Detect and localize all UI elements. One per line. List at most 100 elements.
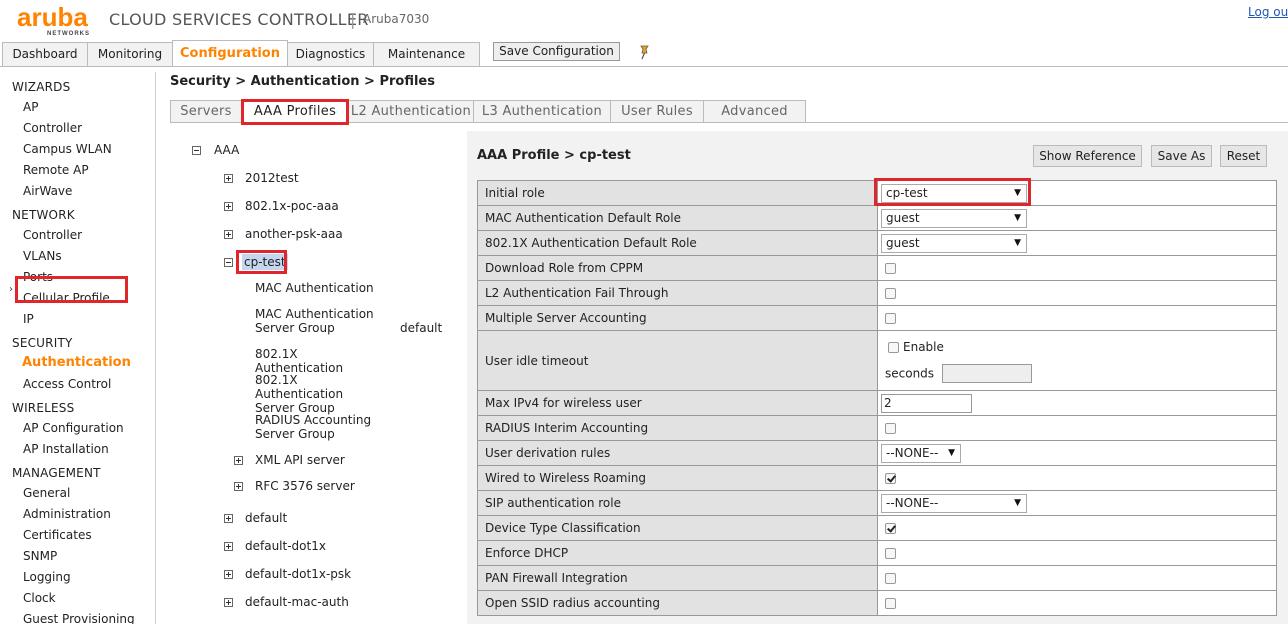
sidebar-item-certificates[interactable]: Certificates [23, 528, 92, 542]
tree-child-item[interactable]: MAC Authentication [255, 281, 385, 295]
sub-tab-l3-authentication[interactable]: L3 Authentication [473, 100, 611, 122]
main-tab-configuration[interactable]: Configuration [172, 40, 288, 66]
sidebar-item-administration[interactable]: Administration [23, 507, 111, 521]
sub-tab-user-rules[interactable]: User Rules [610, 100, 704, 122]
role-select[interactable]: guest ▼ [881, 208, 1027, 228]
tree-child-item[interactable]: MAC Authentication Server Group [255, 307, 385, 335]
sidebar-item-ap[interactable]: AP [23, 100, 38, 114]
product-title: CLOUD SERVICES CONTROLLER [109, 10, 369, 29]
sidebar-item-clock[interactable]: Clock [23, 591, 56, 605]
checkbox[interactable] [885, 313, 896, 324]
property-row: Open SSID radius accounting [477, 590, 1277, 616]
reset-button[interactable]: Reset [1220, 145, 1267, 167]
property-row: L2 Authentication Fail Through [477, 280, 1277, 306]
chevron-right-icon: › [9, 284, 13, 295]
expand-icon[interactable] [224, 514, 233, 523]
checkbox[interactable] [885, 423, 896, 434]
checkbox[interactable] [885, 473, 896, 484]
main-tab-maintenance[interactable]: Maintenance [373, 42, 480, 66]
sidebar-item-controller[interactable]: Controller [23, 228, 82, 242]
collapse-icon[interactable] [192, 146, 201, 155]
save-configuration-button[interactable]: Save Configuration [493, 42, 620, 61]
tree-child-expandable[interactable]: RFC 3576 server [255, 479, 355, 493]
sub-tab-highlight-box [241, 99, 349, 125]
breadcrumb: Security > Authentication > Profiles [170, 74, 435, 89]
property-value-cell: guest ▼ [877, 230, 1277, 256]
sidebar-item-ap-configuration[interactable]: AP Configuration [23, 421, 124, 435]
sub-tab-servers[interactable]: Servers [170, 100, 242, 122]
sidebar-item-general[interactable]: General [23, 486, 70, 500]
expand-icon[interactable] [224, 230, 233, 239]
checkbox[interactable] [885, 523, 896, 534]
sidebar-item-remote-ap[interactable]: Remote AP [23, 163, 89, 177]
role-select[interactable]: --NONE-- ▼ [881, 443, 961, 463]
tree-profile[interactable]: 2012test [245, 171, 299, 185]
sidebar-item-ip[interactable]: IP [23, 312, 34, 326]
expand-icon[interactable] [224, 202, 233, 211]
idle-seconds-input[interactable] [942, 363, 1033, 383]
idle-timeout-group: Enable seconds [881, 332, 1269, 390]
sidebar-heading-wireless: WIRELESS [12, 401, 75, 415]
expand-icon[interactable] [234, 482, 243, 491]
tree-child-item[interactable]: 802.1X Authentication [255, 347, 385, 375]
properties-table: Initial role cp-test ▼ MAC Authentication D… [477, 180, 1277, 616]
sidebar-heading-wizards: WIZARDS [12, 80, 71, 94]
logout-link[interactable]: Log ou [1248, 5, 1288, 19]
pin-icon[interactable] [637, 44, 651, 60]
sidebar-item-logging[interactable]: Logging [23, 570, 71, 584]
tree-profile[interactable]: default-mac-auth [245, 595, 349, 609]
checkbox[interactable] [885, 598, 896, 609]
property-label: Initial role [477, 180, 878, 206]
idle-enable-checkbox[interactable] [888, 341, 899, 353]
collapse-icon[interactable] [224, 258, 233, 267]
property-row: Wired to Wireless Roaming [477, 465, 1277, 491]
tree-child-expandable[interactable]: XML API server [255, 453, 345, 467]
sidebar-item-vlans[interactable]: VLANs [23, 249, 62, 263]
tree-profile[interactable]: default-dot1x-psk [245, 567, 351, 581]
sidebar-item-access-control[interactable]: Access Control [23, 377, 111, 391]
sidebar-item-guest-provisioning[interactable]: Guest Provisioning [23, 612, 135, 624]
tree-profile[interactable]: 802.1x-poc-aaa [245, 199, 339, 213]
main-tab-dashboard[interactable]: Dashboard [2, 42, 88, 66]
tree-child-item[interactable]: 802.1X Authentication Server Group [255, 373, 385, 415]
expand-icon[interactable] [224, 542, 233, 551]
sidebar-item-airwave[interactable]: AirWave [23, 184, 72, 198]
property-label: RADIUS Interim Accounting [477, 415, 878, 441]
sidebar-item-snmp[interactable]: SNMP [23, 549, 57, 563]
tree-profile[interactable]: another-psk-aaa [245, 227, 343, 241]
sidebar-item-authentication[interactable]: Authentication [22, 355, 131, 370]
idle-enable-line: Enable [888, 340, 944, 354]
property-value-cell: 2 [877, 390, 1277, 416]
sub-tab-l2-authentication[interactable]: L2 Authentication [348, 100, 474, 122]
tree-root-aaa[interactable]: AAA [214, 143, 239, 157]
expand-icon[interactable] [234, 456, 243, 465]
tree-child-item[interactable]: RADIUS Accounting Server Group [255, 413, 385, 441]
checkbox[interactable] [885, 263, 896, 274]
main-tab-diagnostics[interactable]: Diagnostics [287, 42, 374, 66]
save-as-button[interactable]: Save As [1151, 145, 1212, 167]
sidebar-item-ap-installation[interactable]: AP Installation [23, 442, 109, 456]
checkbox[interactable] [885, 573, 896, 584]
role-select[interactable]: --NONE-- ▼ [881, 493, 1027, 513]
show-reference-button[interactable]: Show Reference [1033, 145, 1142, 167]
sidebar-item-controller[interactable]: Controller [23, 121, 82, 135]
property-row: SIP authentication role --NONE-- ▼ [477, 490, 1277, 516]
property-value-cell: --NONE-- ▼ [877, 440, 1277, 466]
sidebar-item-campus-wlan[interactable]: Campus WLAN [23, 142, 112, 156]
text-input[interactable]: 2 [881, 393, 972, 413]
checkbox[interactable] [885, 288, 896, 299]
main-tab-monitoring[interactable]: Monitoring [87, 42, 173, 66]
checkbox[interactable] [885, 548, 896, 559]
property-value-cell [877, 415, 1277, 441]
tree-profile[interactable]: default [245, 511, 287, 525]
tree-profile[interactable]: default-dot1x [245, 539, 326, 553]
property-label: MAC Authentication Default Role [477, 205, 878, 231]
role-select[interactable]: guest ▼ [881, 233, 1027, 253]
expand-icon[interactable] [224, 174, 233, 183]
expand-icon[interactable] [224, 598, 233, 607]
expand-icon[interactable] [224, 570, 233, 579]
property-value-cell [877, 255, 1277, 281]
property-value-cell [877, 540, 1277, 566]
property-value-cell: --NONE-- ▼ [877, 490, 1277, 516]
sub-tab-advanced[interactable]: Advanced [703, 100, 806, 122]
